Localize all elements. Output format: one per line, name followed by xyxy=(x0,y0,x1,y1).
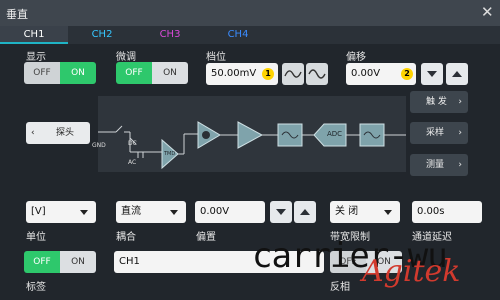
adc-label: ADC xyxy=(327,130,343,138)
coupling-select[interactable]: 直流 xyxy=(116,201,186,223)
display-on-option[interactable]: ON xyxy=(60,62,96,84)
probe-label: 探头 xyxy=(56,128,75,138)
chevron-left-icon: ‹ xyxy=(31,128,35,138)
scale-label: 档位 xyxy=(206,52,226,63)
bias-label: 偏置 xyxy=(196,232,216,243)
bias-increase-button[interactable] xyxy=(294,201,316,223)
watermark-logo: Agitek xyxy=(362,254,461,289)
sine-wave-fine-icon xyxy=(308,69,326,79)
scale-value: 50.00mV xyxy=(211,68,257,79)
tmd-label: TMD xyxy=(164,151,176,157)
signal-path-svg xyxy=(98,121,406,170)
dc-label: DC xyxy=(128,140,137,147)
gnd-label: GND xyxy=(92,142,106,149)
tag-label: 标签 xyxy=(26,282,46,293)
delay-value: 0.00s xyxy=(417,206,445,217)
chevron-right-icon: › xyxy=(458,128,462,138)
arrow-down-icon xyxy=(276,209,286,215)
knob-2-badge: 2 xyxy=(401,68,413,80)
sine-wave-icon xyxy=(284,70,302,78)
fine-label: 微调 xyxy=(116,52,136,63)
channel-tabs: CH1 CH2 CH3 CH4 xyxy=(0,26,500,44)
tab-ch3[interactable]: CH3 xyxy=(136,26,204,44)
bandwidth-select[interactable]: 关 闭 xyxy=(330,201,400,223)
measure-label: 测量 xyxy=(426,160,445,170)
chevron-down-icon xyxy=(384,210,392,215)
fine-on-option[interactable]: ON xyxy=(152,62,188,84)
offset-increase-button[interactable] xyxy=(446,63,468,85)
offset-label: 偏移 xyxy=(346,52,366,63)
units-select[interactable]: [V] xyxy=(26,201,96,223)
coupling-value: 直流 xyxy=(121,206,141,217)
display-off-option[interactable]: OFF xyxy=(24,62,60,84)
signal-path-diagram: GND DC AC TMD ADC xyxy=(92,96,406,172)
chevron-right-icon: › xyxy=(458,160,462,170)
display-label: 显示 xyxy=(26,52,46,63)
tab-ch1[interactable]: CH1 xyxy=(0,26,68,44)
scale-coarse-button[interactable] xyxy=(282,63,304,85)
bias-value: 0.00V xyxy=(200,206,230,217)
tag-text-value: CH1 xyxy=(119,256,140,267)
window-title: 垂直 xyxy=(6,8,28,21)
arrow-up-icon xyxy=(300,209,310,215)
knob-1-badge: 1 xyxy=(262,68,274,80)
tag-toggle[interactable]: OFF ON xyxy=(24,251,96,273)
chevron-down-icon xyxy=(80,210,88,215)
offset-decrease-button[interactable] xyxy=(421,63,443,85)
arrow-down-icon xyxy=(427,71,437,77)
title-bar xyxy=(0,0,500,26)
bandwidth-value: 关 闭 xyxy=(335,206,359,217)
fine-toggle[interactable]: OFF ON xyxy=(116,62,188,84)
trigger-button[interactable]: 触 发 › xyxy=(410,91,468,113)
offset-value: 0.00V xyxy=(351,68,381,79)
arrow-up-icon xyxy=(452,71,462,77)
invert-label: 反相 xyxy=(330,282,350,293)
acquire-button[interactable]: 采样 › xyxy=(410,122,468,144)
bias-input[interactable]: 0.00V xyxy=(195,201,265,223)
tag-on-option[interactable]: ON xyxy=(60,251,96,273)
scale-fine-button[interactable] xyxy=(306,63,328,85)
tag-off-option[interactable]: OFF xyxy=(24,251,60,273)
display-toggle[interactable]: OFF ON xyxy=(24,62,96,84)
close-icon[interactable]: ✕ xyxy=(481,3,494,21)
units-value: [V] xyxy=(31,206,46,217)
acquire-label: 采样 xyxy=(426,128,445,138)
chevron-down-icon xyxy=(170,210,178,215)
fine-off-option[interactable]: OFF xyxy=(116,62,152,84)
ac-label: AC xyxy=(128,159,137,166)
units-label: 单位 xyxy=(26,232,46,243)
measure-button[interactable]: 测量 › xyxy=(410,154,468,176)
probe-button[interactable]: ‹ 探头 xyxy=(26,122,90,144)
coupling-label: 耦合 xyxy=(116,232,136,243)
delay-input[interactable]: 0.00s xyxy=(412,201,482,223)
trigger-label: 触 发 xyxy=(426,97,447,107)
tab-ch2[interactable]: CH2 xyxy=(68,26,136,44)
chevron-right-icon: › xyxy=(458,97,462,107)
bias-decrease-button[interactable] xyxy=(270,201,292,223)
tab-ch4[interactable]: CH4 xyxy=(204,26,272,44)
